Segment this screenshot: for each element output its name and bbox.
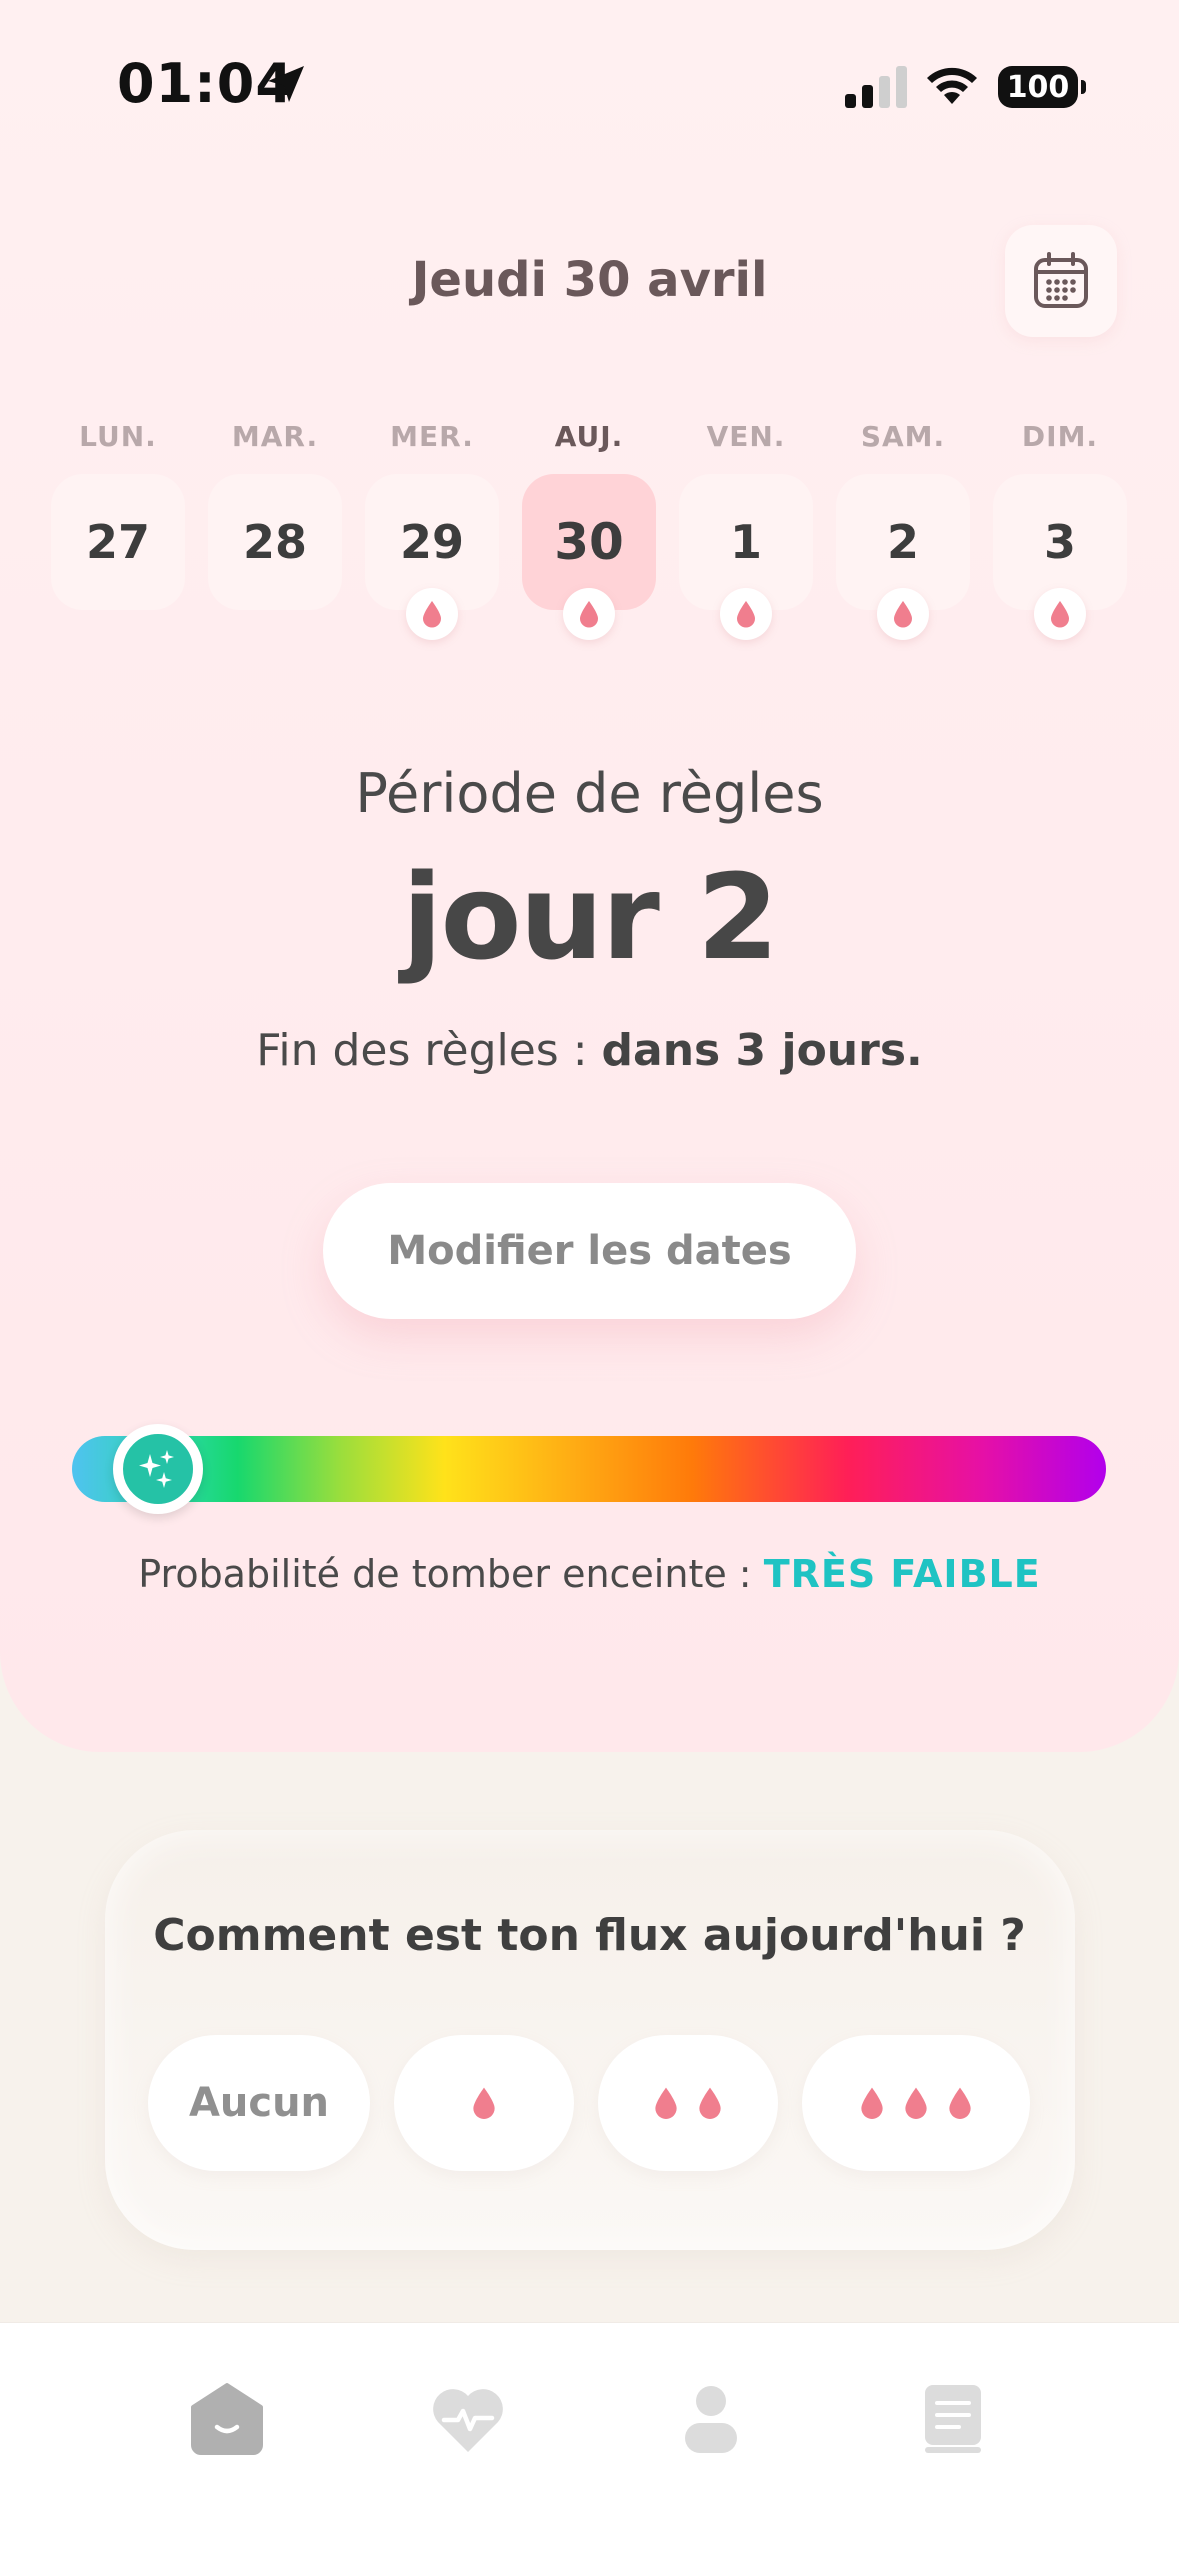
sparkle-icon <box>138 1450 174 1488</box>
flow-question: Comment est ton flux aujourd'hui ? <box>153 1910 1026 1961</box>
flow-option-heavy[interactable] <box>802 2035 1030 2171</box>
flow-option-light[interactable] <box>394 2035 574 2171</box>
day-item[interactable]: MAR. 28 <box>205 412 345 652</box>
day-item[interactable]: MER. 29 <box>362 412 502 652</box>
probability-prefix: Probabilité de tomber enceinte : <box>138 1552 764 1596</box>
day-number: 27 <box>51 474 185 610</box>
week-strip: LUN. 27 MAR. 28 MER. 29 AUJ. 30 VEN. 1 S… <box>48 412 1133 652</box>
blood-drop-icon <box>949 2087 971 2119</box>
period-end-text: Fin des règles : dans 3 jours. <box>0 1025 1179 1076</box>
flow-option-medium[interactable] <box>598 2035 778 2171</box>
blood-drop-icon <box>1051 601 1069 628</box>
battery-indicator: 100 <box>998 66 1086 108</box>
tab-home[interactable] <box>167 2359 287 2479</box>
blood-drop-icon <box>699 2087 721 2119</box>
day-label: AUJ. <box>554 420 624 453</box>
period-drop-badge <box>877 588 929 640</box>
period-day-count: jour 2 <box>402 848 779 986</box>
day-item[interactable]: VEN. 1 <box>676 412 816 652</box>
home-icon <box>191 2383 263 2455</box>
profile-icon <box>685 2386 737 2453</box>
edit-dates-button[interactable]: Modifier les dates <box>323 1183 856 1319</box>
page-title: Jeudi 30 avril <box>411 252 768 308</box>
day-label: MAR. <box>231 420 319 453</box>
probability-value: TRÈS FAIBLE <box>763 1552 1041 1596</box>
blood-drop-icon <box>894 601 912 628</box>
fertility-probability-bar <box>72 1436 1106 1502</box>
blood-drop-icon <box>861 2087 883 2119</box>
cellular-signal-icon <box>845 66 907 108</box>
tab-library[interactable] <box>893 2359 1013 2479</box>
blood-drop-icon <box>905 2087 927 2119</box>
period-end-value: dans 3 jours. <box>601 1025 923 1076</box>
period-drop-badge <box>563 588 615 640</box>
day-item[interactable]: DIM. 3 <box>990 412 1130 652</box>
wifi-icon <box>927 67 977 104</box>
period-label: Période de règles <box>355 762 824 825</box>
day-label: SAM. <box>860 420 946 453</box>
day-label: VEN. <box>706 420 786 453</box>
flow-option-none[interactable]: Aucun <box>148 2035 370 2171</box>
period-end-prefix: Fin des règles : <box>256 1025 602 1076</box>
blood-drop-icon <box>655 2087 677 2119</box>
calendar-icon <box>1034 252 1088 308</box>
probability-indicator <box>112 1424 203 1514</box>
book-icon <box>925 2385 981 2453</box>
day-item[interactable]: SAM. 2 <box>833 412 973 652</box>
day-label: LUN. <box>79 420 157 453</box>
tab-profile[interactable] <box>651 2359 771 2479</box>
period-drop-badge <box>406 588 458 640</box>
calendar-button[interactable] <box>1005 225 1117 337</box>
day-item-today[interactable]: AUJ. 30 <box>519 412 659 652</box>
day-label: MER. <box>390 420 474 453</box>
period-drop-badge <box>720 588 772 640</box>
probability-text: Probabilité de tomber enceinte : TRÈS FA… <box>0 1552 1179 1596</box>
blood-drop-icon <box>423 601 441 628</box>
tab-bar <box>0 2322 1179 2556</box>
heart-pulse-icon <box>433 2389 503 2452</box>
day-number: 28 <box>208 474 342 610</box>
screen: 01:04 100 Jeudi 30 avril LUN. 27 MAR. 28… <box>0 0 1179 2556</box>
blood-drop-icon <box>473 2087 495 2119</box>
location-arrow-icon <box>268 66 304 102</box>
day-item[interactable]: LUN. 27 <box>48 412 188 652</box>
blood-drop-icon <box>580 601 598 628</box>
period-drop-badge <box>1034 588 1086 640</box>
blood-drop-icon <box>737 601 755 628</box>
tab-health[interactable] <box>408 2359 528 2479</box>
day-label: DIM. <box>1021 420 1099 453</box>
